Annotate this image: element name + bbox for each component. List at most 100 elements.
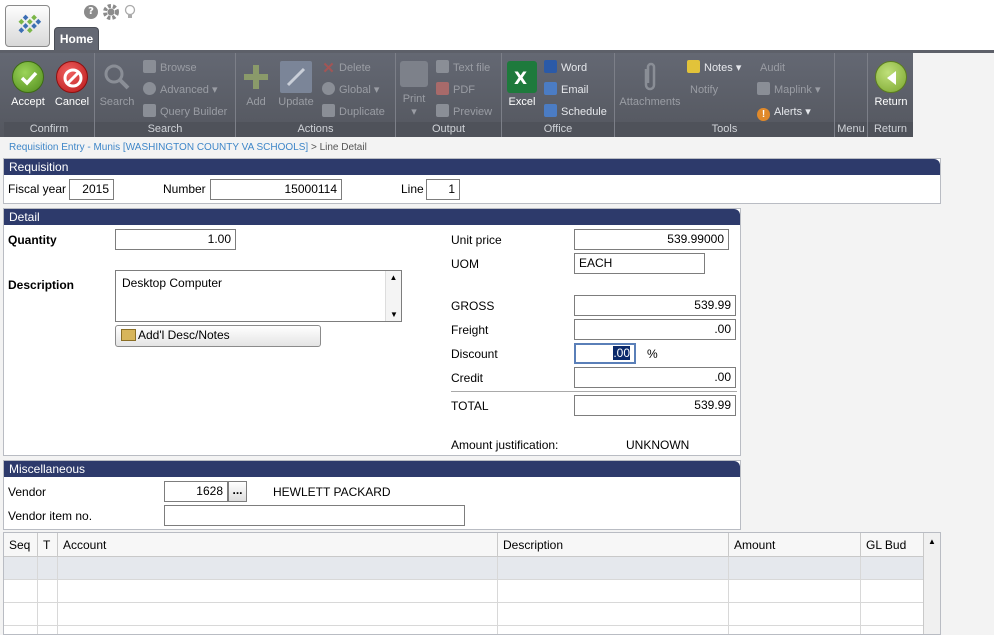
cancel-button[interactable]: Cancel [50,61,94,108]
chevron-down-icon: ▾ [735,62,742,74]
account-grid: Seq T Account Description Amount GL Bud … [3,532,941,635]
ribbon-group-menu[interactable]: Menu [835,53,868,137]
alerts-button[interactable]: ! Alerts ▾ [757,103,811,121]
lightbulb-icon[interactable] [124,4,136,20]
table-row[interactable] [4,603,924,626]
advanced-button[interactable]: Advanced ▾ [143,81,218,99]
scroll-up-icon[interactable]: ▲ [924,537,940,546]
vendor-name: HEWLETT PACKARD [273,485,391,499]
textarea-scrollbar[interactable]: ▲ ▼ [385,271,401,321]
grid-column-divider [860,557,861,634]
quantity-field[interactable]: 1.00 [115,229,236,250]
total-field[interactable]: 539.99 [574,395,736,416]
arrow-left-icon [875,61,907,93]
discount-percent-label: % [647,347,658,361]
query-builder-button[interactable]: Query Builder [143,103,227,121]
email-button[interactable]: Email [544,81,589,99]
fiscal-year-field[interactable]: 2015 [69,179,114,200]
update-icon [280,61,312,93]
grid-header-account[interactable]: Account [58,533,498,557]
globe-icon [322,82,335,95]
add-desc-notes-button[interactable]: Add'l Desc/Notes [115,325,321,347]
text-file-icon [436,60,449,73]
breadcrumb-link[interactable]: Requisition Entry - Munis [WASHINGTON CO… [9,142,308,153]
uom-field[interactable]: EACH [574,253,705,274]
grid-header-description[interactable]: Description [498,533,729,557]
freight-label: Freight [451,323,489,337]
schedule-icon [544,104,557,117]
ribbon-group-label: Output [396,122,501,137]
ribbon-group-label: Confirm [4,122,94,137]
accept-button[interactable]: Accept [6,61,50,108]
ribbon-group-label: Actions [236,122,395,137]
table-row[interactable] [4,580,924,603]
gear-icon[interactable] [102,3,120,21]
pdf-button[interactable]: PDF [436,81,475,99]
chevron-down-icon: ▾ [212,84,218,96]
vendor-lookup-button[interactable]: ... [228,481,247,502]
return-button[interactable]: Return [870,61,912,108]
app-logo-button[interactable] [5,5,50,47]
discount-field[interactable]: .00 [574,343,636,364]
maplink-button[interactable]: Maplink ▾ [757,81,821,99]
scroll-up-icon[interactable]: ▲ [386,273,401,282]
notes-button[interactable]: Notes ▾ [687,59,741,77]
ribbon-group-actions: Add Update ✕ Delete Global ▾ Duplicate Ac… [236,53,396,137]
chevron-down-icon: ▾ [373,84,380,96]
help-icon[interactable]: ? [84,5,98,19]
credit-field[interactable]: .00 [574,367,736,388]
breadcrumb: Requisition Entry - Munis [WASHINGTON CO… [9,142,367,153]
preview-button[interactable]: Preview [436,103,492,121]
add-button[interactable]: Add [238,61,274,108]
description-textarea[interactable]: Desktop Computer ▲ ▼ [115,270,402,322]
requisition-panel: Requisition Fiscal year 2015 Number 1500… [3,158,941,204]
total-divider [451,391,737,392]
grid-scrollbar[interactable]: ▲ [923,533,940,634]
munis-logo-icon [18,14,42,34]
text-file-button[interactable]: Text file [436,59,490,77]
unit-price-field[interactable]: 539.99000 [574,229,729,250]
scroll-down-icon[interactable]: ▼ [386,310,402,319]
word-button[interactable]: Word [544,59,587,77]
ribbon-group-label: Office [502,122,614,137]
gross-label: GROSS [451,299,495,313]
discount-label: Discount [451,347,498,361]
gross-field[interactable]: 539.99 [574,295,736,316]
chevron-down-icon: ▾ [805,106,811,118]
fiscal-year-label: Fiscal year [8,182,67,196]
section-title: Requisition [4,159,940,175]
duplicate-button[interactable]: Duplicate [322,103,385,121]
search-button[interactable]: Search [97,61,137,108]
chevron-down-icon: ▾ [411,106,417,118]
table-row[interactable] [4,557,924,580]
audit-button[interactable]: Audit [760,59,785,77]
preview-icon [436,104,449,117]
pdf-icon [436,82,449,95]
table-row[interactable] [4,626,924,634]
update-button[interactable]: Update [276,61,316,108]
browse-button[interactable]: Browse [143,59,197,77]
print-button[interactable]: Print ▾ [396,61,432,118]
line-field[interactable]: 1 [426,179,460,200]
grid-header-t[interactable]: T [38,533,58,557]
vendor-item-field[interactable] [164,505,465,526]
notify-button[interactable]: Notify [690,81,718,99]
attachments-button[interactable]: Attachments [617,61,683,108]
tab-home[interactable]: Home [54,27,99,52]
freight-field[interactable]: .00 [574,319,736,340]
ribbon-group-output: Print ▾ Text file PDF Preview Output [396,53,502,137]
global-button[interactable]: Global ▾ [322,81,379,99]
grid-header-amount[interactable]: Amount [729,533,861,557]
delete-icon: ✕ [322,60,335,77]
maplink-icon [757,82,770,95]
grid-header-gl-bud[interactable]: GL Bud [861,533,924,557]
vendor-field[interactable]: 1628 [164,481,228,502]
excel-button[interactable]: X Excel [504,61,540,108]
chevron-down-icon: ▾ [814,84,821,96]
ribbon-group-tools: Attachments Notes ▾ Notify Audit Maplink… [615,53,835,137]
delete-button[interactable]: ✕ Delete [322,59,371,77]
number-field[interactable]: 15000114 [210,179,342,200]
schedule-button[interactable]: Schedule [544,103,607,121]
grid-header-seq[interactable]: Seq [4,533,38,557]
line-label: Line [401,182,424,196]
